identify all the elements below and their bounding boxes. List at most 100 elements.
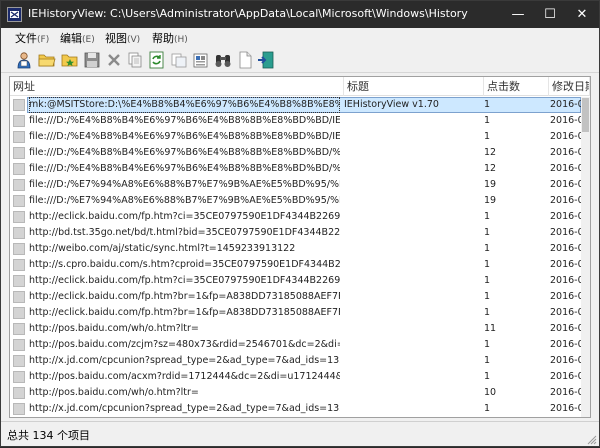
menu-help[interactable]: 帮助(H) (152, 30, 188, 46)
cell-date: 2016-03 (550, 387, 583, 398)
row-icon (13, 275, 25, 287)
history-list[interactable]: 网址 标题 点击数 修改日期 mk:@MSITStore:D:\%E4%B8%B… (9, 76, 591, 418)
cell-url: http://eclick.baidu.com/fp.htm?br=1&fp=A… (29, 291, 340, 302)
cell-hits: 1 (484, 115, 491, 126)
table-row[interactable]: http://eclick.baidu.com/fp.htm?ci=35CE07… (10, 209, 583, 225)
cell-url: http://eclick.baidu.com/fp.htm?ci=35CE07… (29, 275, 340, 286)
table-row[interactable]: mk:@MSITStore:D:\%E4%B8%B4%E6%97%B6%E4%B… (10, 97, 583, 113)
cell-hits: 1 (484, 371, 491, 382)
column-header-title[interactable]: 标题 (344, 77, 484, 96)
cell-date: 2016-03 (550, 291, 583, 302)
properties-icon[interactable] (15, 51, 33, 69)
exit-icon[interactable] (257, 51, 275, 69)
menu-file-label: 文件 (15, 32, 37, 45)
row-icon (13, 339, 25, 351)
cell-date: 2016-03 (550, 211, 583, 222)
table-row[interactable]: http://eclick.baidu.com/fp.htm?ci=35CE07… (10, 273, 583, 289)
cell-date: 2016-03 (550, 227, 583, 238)
cell-hits: 1 (484, 211, 491, 222)
cell-date: 2016-03 (550, 179, 583, 190)
close-button[interactable]: ✕ (567, 1, 597, 28)
save-icon[interactable] (83, 51, 101, 69)
cell-url: http://x.jd.com/cpcunion?spread_type=2&a… (29, 355, 340, 366)
cell-date: 2016-03 (550, 323, 583, 334)
menu-edit[interactable]: 编辑(E) (60, 30, 95, 46)
list-header: 网址 标题 点击数 修改日期 (10, 77, 590, 96)
table-row[interactable]: file:///D:/%E7%94%A8%E6%88%B7%E7%9B%AE%E… (10, 177, 583, 193)
maximize-button[interactable]: ☐ (535, 1, 565, 28)
row-icon (13, 179, 25, 191)
table-row[interactable]: http://pos.baidu.com/acxm?rdid=1712444&d… (10, 369, 583, 385)
cell-date: 2016-03 (550, 131, 583, 142)
table-row[interactable]: file:///D:/%E4%B8%B4%E6%97%B6%E4%B8%8B%E… (10, 113, 583, 129)
blank-page-icon[interactable] (236, 51, 254, 69)
menu-file-accel: (F) (37, 35, 50, 45)
row-icon (13, 131, 25, 143)
vertical-scrollbar[interactable] (581, 97, 590, 417)
cell-date: 2016-03 (550, 403, 583, 414)
menu-bar: 文件(F) 编辑(E) 视图(V) 帮助(H) (1, 28, 599, 47)
cell-date: 2016-03 (550, 195, 583, 206)
cell-hits: 1 (484, 339, 491, 350)
cell-title (344, 145, 478, 161)
cell-title (344, 257, 478, 273)
cell-url: http://pos.baidu.com/wh/o.htm?ltr= (29, 323, 199, 334)
menu-edit-accel: (E) (82, 35, 95, 45)
resize-grip-icon[interactable] (585, 433, 597, 445)
cell-hits: 12 (484, 147, 497, 158)
column-header-modified[interactable]: 修改日期 (549, 77, 590, 96)
table-row[interactable]: http://pos.baidu.com/wh/o.htm?ltr= 11 2016… (10, 321, 583, 337)
table-row[interactable]: http://s.cpro.baidu.com/s.htm?cproid=35C… (10, 257, 583, 273)
cell-title (344, 353, 478, 369)
cell-url: http://pos.baidu.com/zcjm?sz=480x73&rdid… (29, 339, 340, 350)
copy-urls-icon[interactable] (170, 51, 188, 69)
cell-date: 2016-03 (550, 163, 583, 174)
cell-date: 2016-03 (550, 115, 583, 126)
row-icon (13, 371, 25, 383)
table-row[interactable]: http://x.jd.com/cpcunion?spread_type=2&a… (10, 401, 583, 417)
minimize-button[interactable]: — (503, 1, 533, 28)
scrollbar-thumb[interactable] (582, 98, 589, 132)
open-folder-icon[interactable] (38, 51, 56, 69)
table-row[interactable]: http://eclick.baidu.com/fp.htm?br=1&fp=A… (10, 305, 583, 321)
select-folder-icon[interactable] (61, 51, 79, 69)
column-header-url[interactable]: 网址 (10, 77, 344, 96)
row-icon (13, 291, 25, 303)
cell-url: file:///D:/%E4%B8%B4%E6%97%B6%E4%B8%8B%E… (29, 163, 340, 174)
row-icon (13, 147, 25, 159)
cell-url: http://eclick.baidu.com/fp.htm?ci=35CE07… (29, 211, 340, 222)
cell-url: http://x.jd.com/cpcunion?spread_type=2&a… (29, 403, 340, 414)
cell-url: http://s.cpro.baidu.com/s.htm?cproid=35C… (29, 259, 340, 270)
menu-file[interactable]: 文件(F) (15, 30, 49, 46)
table-row[interactable]: http://weibo.com/aj/static/sync.html?t=1… (10, 241, 583, 257)
cell-title (344, 209, 478, 225)
cell-hits: 1 (484, 403, 491, 414)
table-row[interactable]: http://pos.baidu.com/zcjm?sz=480x73&rdid… (10, 337, 583, 353)
table-row[interactable]: file:///D:/%E7%94%A8%E6%88%B7%E7%9B%AE%E… (10, 193, 583, 209)
cell-hits: 12 (484, 163, 497, 174)
table-row[interactable]: file:///D:/%E4%B8%B4%E6%97%B6%E4%B8%8B%E… (10, 129, 583, 145)
html-report-icon[interactable] (192, 51, 210, 69)
table-row[interactable]: file:///D:/%E4%B8%B4%E6%97%B6%E4%B8%8B%E… (10, 145, 583, 161)
cell-title (344, 305, 478, 321)
cell-hits: 1 (484, 99, 491, 110)
menu-view[interactable]: 视图(V) (105, 30, 140, 46)
table-row[interactable]: http://eclick.baidu.com/fp.htm?br=1&fp=A… (10, 289, 583, 305)
cell-url: http://bd.tst.35go.net/bd/t.html?bid=35C… (29, 227, 340, 238)
refresh-icon[interactable] (148, 51, 166, 69)
table-row[interactable]: file:///D:/%E4%B8%B4%E6%97%B6%E4%B8%8B%E… (10, 161, 583, 177)
table-row[interactable]: http://pos.baidu.com/wh/o.htm?ltr= 10 2016… (10, 385, 583, 401)
copy-icon[interactable] (126, 51, 144, 69)
delete-icon[interactable] (105, 51, 123, 69)
cell-hits: 1 (484, 243, 491, 254)
find-icon[interactable] (214, 51, 232, 69)
cell-hits: 1 (484, 355, 491, 366)
table-row[interactable]: http://bd.tst.35go.net/bd/t.html?bid=35C… (10, 225, 583, 241)
title-bar[interactable]: IEHistoryView: C:\Users\Administrator\Ap… (1, 1, 599, 28)
column-header-hits[interactable]: 点击数 (484, 77, 549, 96)
row-icon (13, 355, 25, 367)
toolbar (1, 47, 599, 73)
cell-title (344, 385, 478, 401)
menu-edit-label: 编辑 (60, 32, 82, 45)
table-row[interactable]: http://x.jd.com/cpcunion?spread_type=2&a… (10, 353, 583, 369)
